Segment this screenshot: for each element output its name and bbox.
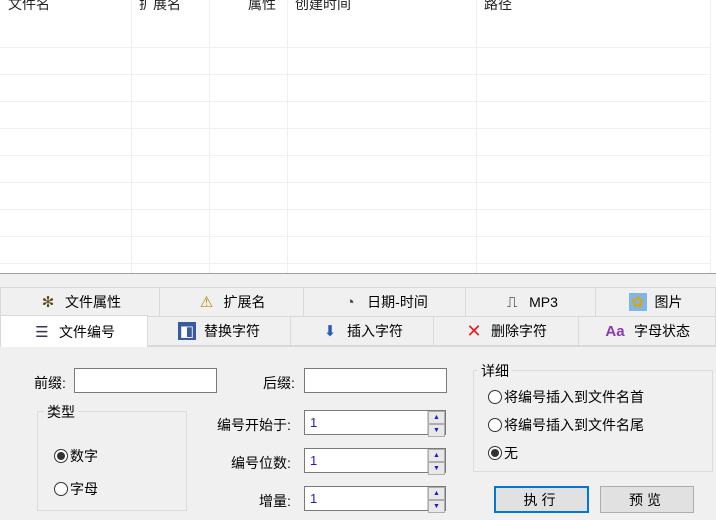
column-header-extension[interactable]: 扩展名 bbox=[131, 0, 181, 14]
type-radio-letter[interactable]: 字母 bbox=[54, 479, 98, 499]
tab-label: 文件属性 bbox=[65, 294, 121, 310]
gear-cluster-icon: ✻ bbox=[41, 294, 55, 311]
prefix-input[interactable] bbox=[74, 368, 217, 393]
increment-label: 增量: bbox=[259, 493, 291, 509]
tab-label: 文件编号 bbox=[59, 323, 115, 340]
suffix-input[interactable] bbox=[304, 368, 447, 393]
file-list[interactable]: 文件名 扩展名 属性 创建时间 路径 bbox=[0, 0, 716, 274]
radio-label: 无 bbox=[504, 445, 518, 461]
picture-icon: ✿ bbox=[628, 293, 647, 311]
tab-label: MP3 bbox=[529, 294, 558, 310]
radio-label: 字母 bbox=[70, 481, 98, 497]
tab-insert-chars[interactable]: ⬇ 插入字符 bbox=[290, 316, 434, 346]
spin-down-button[interactable]: ▼ bbox=[428, 424, 445, 437]
spin-up-button[interactable]: ▲ bbox=[428, 449, 445, 462]
digits-spinner[interactable]: 1 ▲ ▼ bbox=[304, 448, 446, 475]
clock-icon: ◔ bbox=[345, 293, 355, 311]
radio-label: 将编号插入到文件名首 bbox=[504, 389, 644, 405]
numbering-panel: 前缀: 后缀: 类型 数字 字母 编号开始于: 1 ▲ ▼ 编号位数: 1 ▲ ▼ 增量… bbox=[0, 346, 716, 520]
replace-icon: ◧ bbox=[178, 322, 196, 340]
execute-button[interactable]: 执行 bbox=[494, 486, 589, 513]
letter-case-icon: Aa bbox=[605, 322, 625, 340]
start-label: 编号开始于: bbox=[217, 417, 291, 433]
type-group-title: 类型 bbox=[44, 402, 78, 422]
column-header-path[interactable]: 路径 bbox=[476, 0, 512, 14]
start-spinner[interactable]: 1 ▲ ▼ bbox=[304, 410, 446, 437]
delete-x-icon: ✕ bbox=[466, 320, 482, 341]
prefix-label: 前缀: bbox=[34, 375, 66, 391]
detail-group: 详细 将编号插入到文件名首 将编号插入到文件名尾 无 bbox=[473, 361, 713, 472]
detail-radio-suffix[interactable]: 将编号插入到文件名尾 bbox=[488, 415, 644, 435]
radio-label: 数字 bbox=[70, 448, 98, 464]
tab-label: 字母状态 bbox=[634, 323, 690, 339]
tab-label: 日期-时间 bbox=[367, 294, 428, 310]
start-value: 1 bbox=[310, 415, 318, 430]
tab-file-numbering[interactable]: ☰ 文件编号 bbox=[0, 315, 148, 347]
spin-down-button[interactable]: ▼ bbox=[428, 462, 445, 475]
tab-label: 替换字符 bbox=[204, 323, 260, 339]
radio-indicator bbox=[488, 390, 502, 404]
tab-file-attributes[interactable]: ✻ 文件属性 bbox=[0, 287, 160, 317]
column-header-attributes[interactable]: 属性 bbox=[240, 0, 276, 14]
column-header-created[interactable]: 创建时间 bbox=[287, 0, 351, 14]
radio-indicator bbox=[488, 446, 502, 460]
tab-picture[interactable]: ✿ 图片 bbox=[595, 287, 716, 317]
detail-radio-none[interactable]: 无 bbox=[488, 443, 518, 463]
tab-letter-case[interactable]: Aa 字母状态 bbox=[578, 316, 716, 346]
tab-delete-chars[interactable]: ✕ 删除字符 bbox=[433, 316, 579, 346]
detail-group-title: 详细 bbox=[478, 361, 512, 381]
warning-file-icon: ⚠ bbox=[199, 294, 214, 311]
spin-up-button[interactable]: ▲ bbox=[428, 411, 445, 424]
spin-up-button[interactable]: ▲ bbox=[428, 487, 445, 500]
tab-label: 插入字符 bbox=[347, 323, 403, 339]
tab-mp3[interactable]: ⎍ MP3 bbox=[465, 287, 596, 317]
tab-replace-chars[interactable]: ◧ 替换字符 bbox=[147, 316, 291, 346]
increment-value: 1 bbox=[310, 491, 318, 506]
type-group: 类型 数字 字母 bbox=[37, 402, 187, 511]
spin-down-button[interactable]: ▼ bbox=[428, 500, 445, 513]
radio-indicator bbox=[54, 449, 68, 463]
preview-button[interactable]: 预览 bbox=[600, 486, 694, 513]
tab-label: 扩展名 bbox=[223, 294, 266, 310]
radio-indicator bbox=[54, 482, 68, 496]
digits-label: 编号位数: bbox=[231, 455, 291, 471]
suffix-label: 后缀: bbox=[263, 375, 295, 391]
tab-label: 图片 bbox=[654, 294, 683, 310]
tab-date-time[interactable]: ◔ 日期-时间 bbox=[303, 287, 466, 317]
tab-label: 删除字符 bbox=[491, 323, 547, 339]
increment-spinner[interactable]: 1 ▲ ▼ bbox=[304, 486, 446, 513]
radio-indicator bbox=[488, 418, 502, 432]
digits-value: 1 bbox=[310, 453, 318, 468]
tab-extension[interactable]: ⚠ 扩展名 bbox=[159, 287, 304, 317]
numbered-list-icon: ☰ bbox=[35, 323, 49, 341]
radio-label: 将编号插入到文件名尾 bbox=[504, 417, 644, 433]
detail-radio-prefix[interactable]: 将编号插入到文件名首 bbox=[488, 387, 644, 407]
type-radio-number[interactable]: 数字 bbox=[54, 446, 98, 466]
column-header-filename[interactable]: 文件名 bbox=[0, 0, 50, 14]
insert-arrow-icon: ⬇ bbox=[323, 323, 337, 340]
audio-file-icon: ⎍ bbox=[506, 293, 518, 311]
